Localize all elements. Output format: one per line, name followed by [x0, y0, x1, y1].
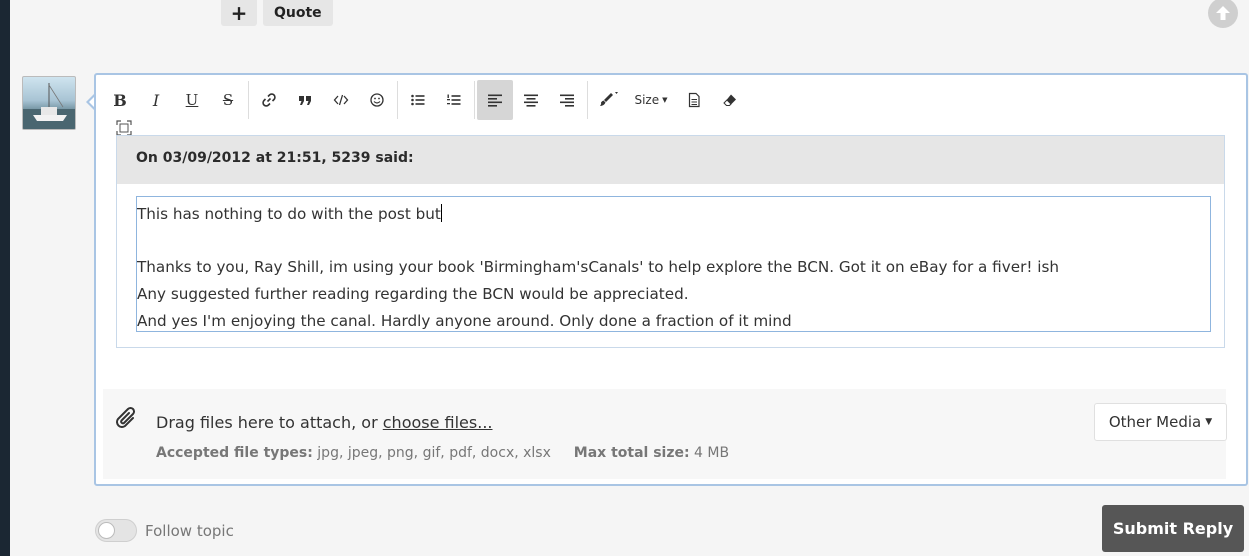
numbered-list-button[interactable] [436, 80, 472, 120]
document-icon [688, 92, 700, 108]
strikethrough-button[interactable]: S [210, 80, 246, 120]
other-media-label: Other Media [1108, 413, 1202, 431]
choose-files-link[interactable]: choose files... [383, 413, 493, 432]
attachment-area[interactable]: Drag files here to attach, or choose fil… [103, 389, 1227, 479]
quote-line: Any suggested further reading regarding … [137, 285, 689, 303]
eraser-icon [723, 94, 736, 106]
max-size-value: 4 MB [694, 445, 730, 461]
follow-toggle[interactable] [95, 519, 137, 542]
emoji-icon [370, 93, 384, 107]
follow-topic: Follow topic [95, 519, 234, 542]
link-button[interactable] [251, 80, 287, 120]
avatar[interactable] [22, 76, 76, 130]
align-right-icon [560, 94, 574, 107]
follow-label: Follow topic [145, 521, 234, 540]
attach-instructions: Drag files here to attach, or choose fil… [156, 413, 493, 432]
quote-text-area[interactable]: This has nothing to do with the post but… [136, 196, 1211, 332]
quote-line-blank [137, 228, 1210, 254]
left-edge-strip [0, 0, 10, 556]
post-actions: + Quote [221, 0, 333, 26]
multiquote-button[interactable]: + [221, 0, 257, 26]
underline-button[interactable]: U [174, 80, 210, 120]
toolbar-divider [474, 81, 475, 119]
align-right-button[interactable] [549, 80, 585, 120]
other-media-button[interactable]: Other Media ▼ [1094, 403, 1227, 441]
text-color-button[interactable] [590, 80, 626, 120]
accepted-types-value: jpg, jpeg, png, gif, pdf, docx, xlsx [317, 445, 551, 461]
quote-line: Thanks to you, Ray Shill, im using your … [137, 258, 1060, 276]
toolbar-divider [248, 81, 249, 119]
bold-button[interactable]: B [102, 80, 138, 120]
bullet-list-button[interactable] [400, 80, 436, 120]
boat-photo [23, 83, 75, 129]
caret-down-icon: ▼ [1205, 417, 1213, 427]
quote-line: And yes I'm enjoying the canal. Hardly a… [137, 312, 792, 330]
align-center-icon [524, 94, 538, 107]
submit-reply-button[interactable]: Submit Reply [1102, 505, 1244, 552]
font-size-dropdown[interactable]: Size ▼ [626, 80, 676, 120]
reply-editor: B I U S Size ▼ On 03/09/2012 at 21:51, 5… [94, 73, 1248, 486]
clear-format-button[interactable] [712, 80, 748, 120]
arrow-up-icon [1216, 6, 1230, 20]
quote-line: This has nothing to do with the post but [137, 205, 441, 223]
editor-toolbar: B I U S Size ▼ [102, 80, 748, 120]
code-button[interactable] [323, 80, 359, 120]
accepted-types-label: Accepted file types: [156, 445, 313, 461]
toolbar-divider [397, 81, 398, 119]
text-cursor [440, 204, 442, 222]
expand-icon[interactable] [116, 120, 132, 136]
scroll-up-button[interactable] [1208, 0, 1238, 28]
attach-limits: Accepted file types: jpg, jpeg, png, gif… [156, 445, 729, 461]
drag-text: Drag files here to attach, or [156, 413, 383, 432]
font-size-label: Size [634, 93, 660, 107]
align-left-icon [488, 94, 502, 107]
align-left-button[interactable] [477, 80, 513, 120]
code-icon [333, 94, 349, 106]
paperclip-icon [116, 406, 136, 428]
paintbrush-icon [600, 92, 618, 106]
numbered-list-icon [447, 94, 461, 105]
emoji-button[interactable] [359, 80, 395, 120]
quote-block: On 03/09/2012 at 21:51, 5239 said: This … [116, 135, 1225, 348]
caret-down-icon: ▼ [662, 96, 668, 104]
link-icon [262, 93, 276, 107]
quote-citation: On 03/09/2012 at 21:51, 5239 said: [117, 136, 1224, 184]
blockquote-button[interactable] [287, 80, 323, 120]
toggle-knob [98, 522, 115, 539]
blockquote-icon [299, 96, 311, 105]
quote-button[interactable]: Quote [263, 0, 333, 26]
max-size-label: Max total size: [573, 445, 690, 461]
bullet-list-icon [411, 94, 425, 106]
source-button[interactable] [676, 80, 712, 120]
toolbar-divider [587, 81, 588, 119]
align-center-button[interactable] [513, 80, 549, 120]
italic-button[interactable]: I [138, 80, 174, 120]
